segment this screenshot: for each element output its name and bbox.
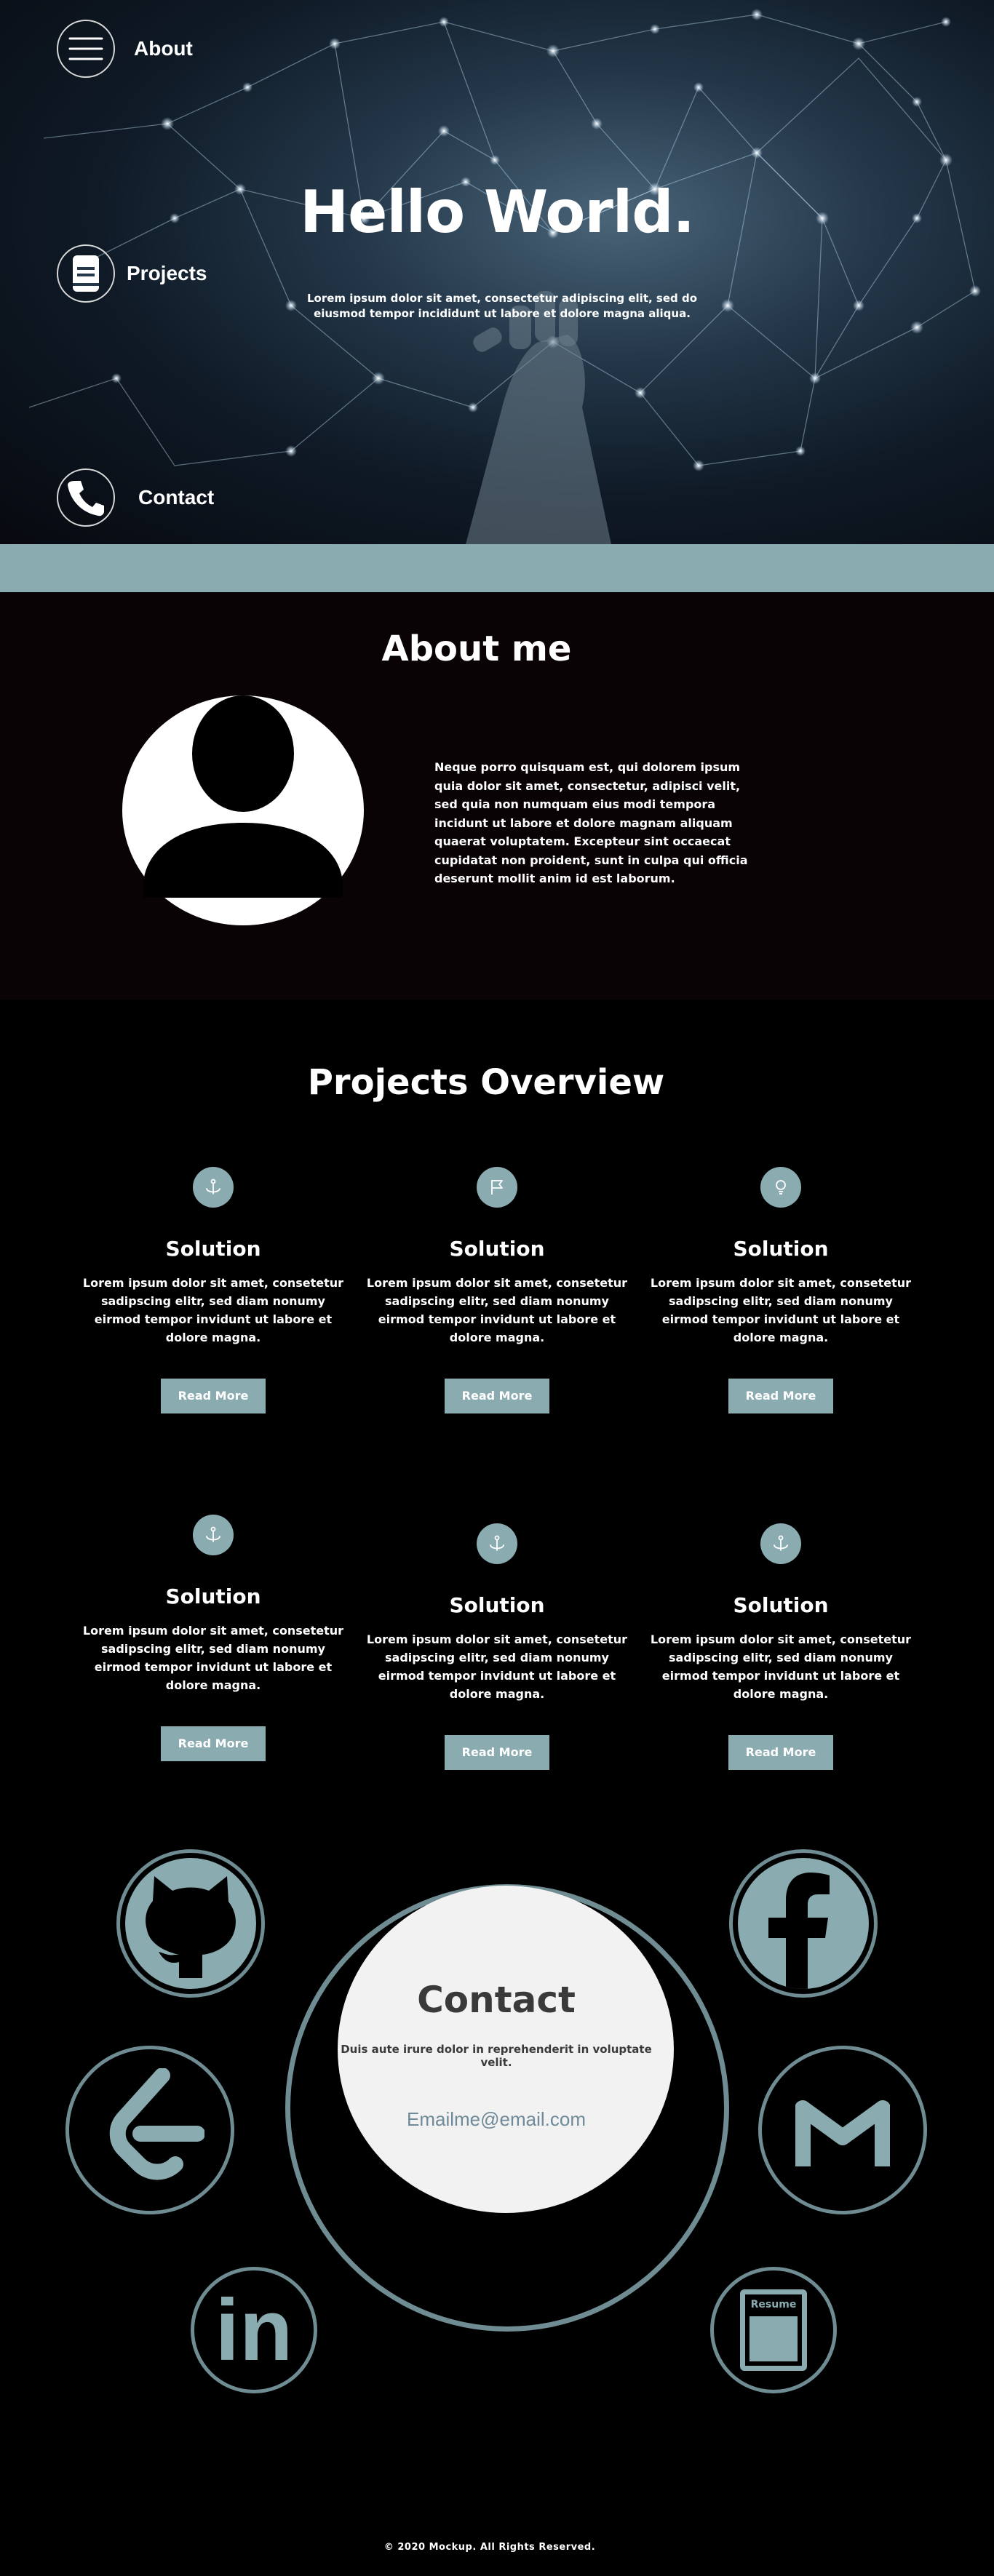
about-section: About me Neque porro quisquam est, qui d… (0, 592, 994, 1000)
resume-label: Resume (750, 2299, 797, 2310)
footer-copyright: © 2020 Mockup. All Rights Reserved. (383, 2542, 596, 2553)
anchor-icon (760, 1523, 801, 1564)
nav-item-contact[interactable]: Contact (57, 468, 214, 527)
read-more-button[interactable]: Read More (161, 1726, 266, 1761)
about-text: Neque porro quisquam est, qui dolorem ip… (434, 760, 748, 885)
github-icon[interactable] (125, 1858, 256, 1989)
nav-label-projects[interactable]: Projects (127, 262, 207, 285)
leetcode-icon[interactable] (95, 2068, 204, 2192)
facebook-icon[interactable] (738, 1858, 869, 1989)
hero-subtitle: Lorem ipsum dolor sit amet, consectetur … (306, 292, 698, 320)
project-card: Solution Lorem ipsum dolor sit amet, cons… (366, 1167, 628, 1413)
resume-link[interactable]: Resume (710, 2267, 837, 2393)
anchor-icon (477, 1523, 517, 1564)
read-more-button[interactable]: Read More (728, 1379, 833, 1413)
menu-icon[interactable] (57, 20, 115, 78)
project-card-text: Lorem ipsum dolor sit amet, consetetur s… (366, 1632, 628, 1701)
contact-email-link[interactable]: Emailme@email.com (338, 2108, 655, 2131)
gmail-icon[interactable] (795, 2094, 890, 2166)
project-card-text: Lorem ipsum dolor sit amet, consetetur s… (650, 1632, 912, 1701)
nav-label-about[interactable]: About (134, 37, 193, 60)
linkedin-icon[interactable]: in (215, 2286, 293, 2374)
project-card: Solution Lorem ipsum dolor sit amet, cons… (82, 1515, 344, 1761)
avatar-icon (122, 695, 364, 925)
read-more-button[interactable]: Read More (728, 1735, 833, 1770)
phone-icon[interactable] (57, 468, 115, 527)
hero-accent-strip (0, 544, 994, 592)
project-card: Solution Lorem ipsum dolor sit amet, cons… (366, 1523, 628, 1770)
project-card-title: Solution (165, 1237, 261, 1261)
github-link[interactable] (116, 1849, 265, 1998)
leetcode-link[interactable] (65, 2046, 234, 2214)
read-more-button[interactable]: Read More (161, 1379, 266, 1413)
linkedin-link[interactable]: in (191, 2267, 317, 2393)
contact-subtitle: Duis aute irure dolor in reprehenderit i… (341, 2043, 652, 2069)
read-more-button[interactable]: Read More (445, 1735, 549, 1770)
project-card-text: Lorem ipsum dolor sit amet, consetetur s… (366, 1276, 628, 1344)
nav-item-projects[interactable]: Projects (57, 244, 207, 303)
project-card-text: Lorem ipsum dolor sit amet, consetetur s… (82, 1276, 344, 1344)
anchor-icon (193, 1515, 234, 1555)
project-card-title: Solution (449, 1593, 545, 1617)
project-card-title: Solution (449, 1237, 545, 1261)
project-card-text: Lorem ipsum dolor sit amet, consetetur s… (82, 1624, 344, 1692)
project-card: Solution Lorem ipsum dolor sit amet, cons… (650, 1523, 912, 1770)
anchor-icon (193, 1167, 234, 1208)
project-card-text: Lorem ipsum dolor sit amet, consetetur s… (650, 1276, 912, 1344)
lightbulb-icon (760, 1167, 801, 1208)
project-card: Solution Lorem ipsum dolor sit amet, cons… (650, 1167, 912, 1413)
project-card: Solution Lorem ipsum dolor sit amet, cons… (82, 1167, 344, 1413)
nav-item-about[interactable]: About (57, 20, 193, 78)
nav-label-contact[interactable]: Contact (138, 486, 214, 509)
project-card-title: Solution (733, 1237, 829, 1261)
contact-title: Contact (417, 1979, 576, 2021)
read-more-button[interactable]: Read More (445, 1379, 549, 1413)
facebook-link[interactable] (729, 1849, 878, 1998)
resume-icon[interactable]: Resume (740, 2289, 807, 2371)
hero-section: About Projects Contact Hello World. Lore… (0, 0, 994, 544)
projects-title: Projects Overview (307, 1062, 665, 1103)
gmail-link[interactable] (758, 2046, 927, 2214)
flag-icon (477, 1167, 517, 1208)
about-title: About me (381, 629, 572, 669)
book-icon[interactable] (57, 244, 115, 303)
project-card-title: Solution (165, 1584, 261, 1608)
hero-title: Hello World. (300, 178, 695, 246)
project-card-title: Solution (733, 1593, 829, 1617)
